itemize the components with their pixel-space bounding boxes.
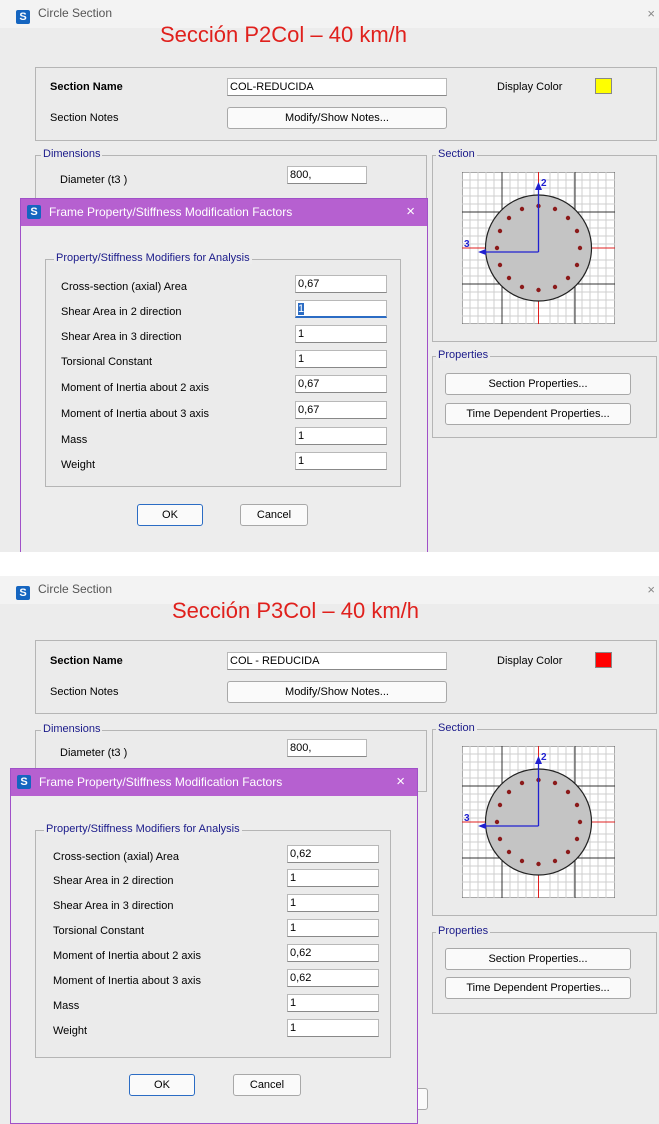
section-preview-label: Section: [436, 722, 477, 734]
axis-2-label: 2: [541, 752, 547, 763]
section-properties-button[interactable]: Section Properties...: [445, 948, 631, 970]
ok-button[interactable]: OK: [129, 1074, 195, 1096]
section-properties-button[interactable]: Section Properties...: [445, 373, 631, 395]
dialog-titlebar: S Frame Property/Stiffness Modification …: [11, 769, 417, 796]
modifier-label-mass: Mass: [61, 434, 88, 446]
properties-label: Properties: [436, 925, 491, 937]
cancel-button[interactable]: Cancel: [233, 1074, 301, 1096]
modifier-input-shear-2[interactable]: 1: [295, 300, 387, 318]
modifier-label-inertia-3: Moment of Inertia about 3 axis: [61, 408, 209, 420]
modifier-input-inertia-2[interactable]: 0,67: [295, 375, 387, 393]
modifiers-group-label: Property/Stiffness Modifiers for Analysi…: [54, 252, 252, 264]
dialog-title: Frame Property/Stiffness Modification Fa…: [49, 205, 293, 219]
modifier-input-axial-area[interactable]: 0,67: [295, 275, 387, 293]
modifier-input-mass[interactable]: 1: [287, 994, 379, 1012]
dialog-close-icon[interactable]: ×: [396, 773, 405, 790]
dialog-close-icon[interactable]: ×: [406, 203, 415, 220]
window-title: Circle Section: [38, 582, 113, 596]
diameter-input[interactable]: 800,: [287, 166, 367, 184]
modifier-input-weight[interactable]: 1: [287, 1019, 379, 1037]
section-notes-label: Section Notes: [50, 112, 119, 124]
modifier-label-axial-area: Cross-section (axial) Area: [53, 851, 179, 863]
modifier-input-shear-2[interactable]: 1: [287, 869, 379, 887]
section-notes-label: Section Notes: [50, 686, 119, 698]
properties-group: [432, 356, 657, 438]
axis-3-label: 3: [464, 813, 470, 824]
modify-show-notes-button[interactable]: Modify/Show Notes...: [227, 107, 447, 129]
modifier-label-shear-2: Shear Area in 2 direction: [61, 306, 182, 318]
stiffness-modifiers-dialog: S Frame Property/Stiffness Modification …: [20, 198, 428, 552]
stiffness-modifiers-dialog: S Frame Property/Stiffness Modification …: [10, 768, 418, 1124]
modifier-label-shear-2: Shear Area in 2 direction: [53, 875, 174, 887]
annotation-title: Sección P3Col – 40 km/h: [172, 598, 420, 623]
display-color-label: Display Color: [497, 655, 563, 667]
diameter-label: Diameter (t3 ): [60, 174, 128, 186]
circle-section-window-p3: S Circle Section × Sección P3Col – 40 km…: [0, 576, 659, 1124]
time-dependent-properties-button[interactable]: Time Dependent Properties...: [445, 977, 631, 999]
display-color-swatch[interactable]: [595, 652, 612, 668]
section-name-input[interactable]: COL - REDUCIDA: [227, 652, 447, 670]
app-s-icon: S: [16, 10, 30, 24]
app-s-icon: S: [16, 586, 30, 600]
modifier-input-mass[interactable]: 1: [295, 427, 387, 445]
properties-group: [432, 932, 657, 1014]
diameter-input[interactable]: 800,: [287, 739, 367, 757]
app-s-icon: S: [17, 775, 31, 789]
modifier-input-torsional[interactable]: 1: [295, 350, 387, 368]
modifier-input-inertia-3[interactable]: 0,62: [287, 969, 379, 987]
time-dependent-properties-button[interactable]: Time Dependent Properties...: [445, 403, 631, 425]
window-close-icon[interactable]: ×: [647, 6, 655, 21]
section-drawing: 2 3: [462, 172, 615, 324]
diameter-label: Diameter (t3 ): [60, 747, 128, 759]
modifier-value-shear-2: 1: [298, 303, 305, 315]
section-preview-label: Section: [436, 148, 477, 160]
modifier-input-axial-area[interactable]: 0,62: [287, 845, 379, 863]
ok-button[interactable]: OK: [137, 504, 203, 526]
modifier-input-inertia-2[interactable]: 0,62: [287, 944, 379, 962]
properties-label: Properties: [436, 349, 491, 361]
section-name-label: Section Name: [50, 81, 123, 93]
dialog-titlebar: S Frame Property/Stiffness Modification …: [21, 199, 427, 226]
modifier-label-inertia-3: Moment of Inertia about 3 axis: [53, 975, 201, 987]
modifier-label-shear-3: Shear Area in 3 direction: [61, 331, 182, 343]
modifier-input-weight[interactable]: 1: [295, 452, 387, 470]
modifier-label-torsional: Torsional Constant: [61, 356, 153, 368]
modifiers-group-label: Property/Stiffness Modifiers for Analysi…: [44, 823, 242, 835]
modifier-input-inertia-3[interactable]: 0,67: [295, 401, 387, 419]
modifier-label-torsional: Torsional Constant: [53, 925, 145, 937]
modifier-label-weight: Weight: [61, 459, 96, 471]
display-color-swatch[interactable]: [595, 78, 612, 94]
section-name-label: Section Name: [50, 655, 123, 667]
window-close-icon[interactable]: ×: [647, 582, 655, 597]
dialog-title: Frame Property/Stiffness Modification Fa…: [39, 775, 283, 789]
modifier-label-shear-3: Shear Area in 3 direction: [53, 900, 174, 912]
modifier-input-torsional[interactable]: 1: [287, 919, 379, 937]
display-color-label: Display Color: [497, 81, 563, 93]
modifier-label-inertia-2: Moment of Inertia about 2 axis: [61, 382, 209, 394]
modifier-input-shear-3[interactable]: 1: [287, 894, 379, 912]
section-name-input[interactable]: COL-REDUCIDA: [227, 78, 447, 96]
circle-section-window-p2: S Circle Section × Sección P2Col – 40 km…: [0, 0, 659, 552]
annotation-title: Sección P2Col – 40 km/h: [160, 22, 408, 47]
window-title: Circle Section: [38, 6, 113, 20]
axis-2-label: 2: [541, 178, 547, 189]
modifier-input-shear-3[interactable]: 1: [295, 325, 387, 343]
modify-show-notes-button[interactable]: Modify/Show Notes...: [227, 681, 447, 703]
section-drawing: 2 3: [462, 746, 615, 898]
modifier-label-inertia-2: Moment of Inertia about 2 axis: [53, 950, 201, 962]
axis-3-label: 3: [464, 239, 470, 250]
app-s-icon: S: [27, 205, 41, 219]
modifier-label-weight: Weight: [53, 1025, 88, 1037]
dimensions-label: Dimensions: [41, 148, 103, 160]
dimensions-label: Dimensions: [41, 723, 103, 735]
modifier-label-mass: Mass: [53, 1000, 80, 1012]
modifier-label-axial-area: Cross-section (axial) Area: [61, 281, 187, 293]
cancel-button[interactable]: Cancel: [240, 504, 308, 526]
